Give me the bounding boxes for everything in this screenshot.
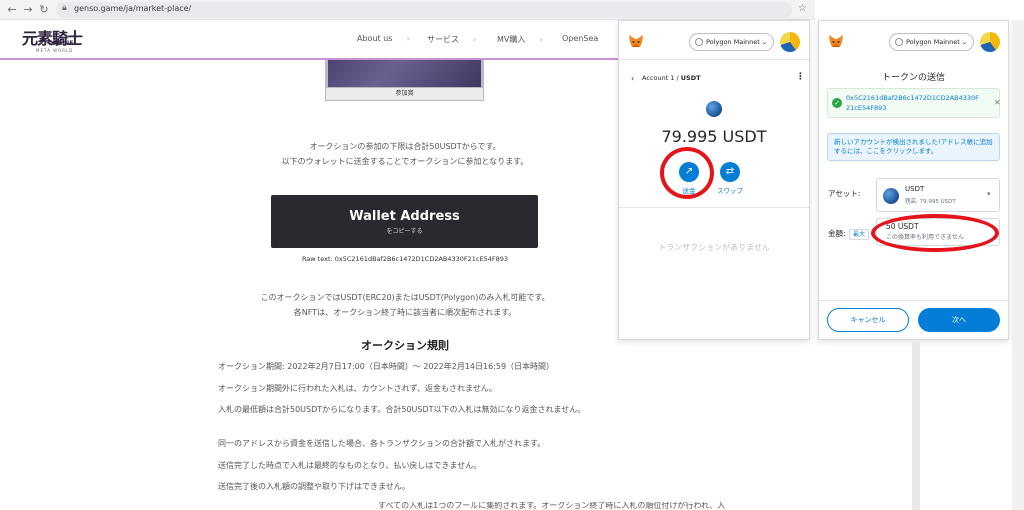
- metamask-fox-icon: [629, 35, 643, 47]
- divider: [619, 207, 809, 208]
- chevron-right-icon: ›: [406, 34, 410, 43]
- metamask-send-panel: Polygon Mainnet ⌄ トークンの送信 ✓ 0x5C2161dBaf…: [818, 20, 1009, 340]
- more-options-icon[interactable]: ⋮: [796, 72, 805, 82]
- lock-icon: 🔒︎: [62, 3, 67, 13]
- nav-service[interactable]: サービス ›: [427, 34, 476, 45]
- highlight-circle-send: [660, 147, 714, 199]
- intro-line-1: オークションの参加の下限は合計50USDTからです。: [309, 142, 501, 151]
- background-region: [1012, 20, 1024, 510]
- nav-label: OpenSea: [562, 34, 599, 43]
- rule-item: 送信完了後の入札額の調整や取り下げはできません。: [218, 482, 410, 491]
- forward-icon[interactable]: →: [22, 3, 34, 17]
- rule-item: 同一のアドレスから資金を送信した場合、各トランザクションの合計額で入札がされます…: [218, 439, 546, 448]
- network-icon: [895, 38, 903, 46]
- asset-label: アセット:: [828, 189, 861, 198]
- nav-label: About us: [357, 34, 393, 43]
- note-line-1: このオークションではUSDT(ERC20)またはUSDT(Polygon)のみ入…: [260, 293, 550, 302]
- swap-button[interactable]: ⇄: [720, 162, 740, 182]
- account-breadcrumb: Account 1 / USDT: [642, 74, 701, 82]
- nav-about-us[interactable]: About us ›: [357, 34, 410, 43]
- logo-tag-text: META WORLD: [36, 48, 74, 53]
- site-header: 元素騎士 ONLINE META WORLD About us › サービス › M…: [0, 20, 618, 60]
- network-icon: [695, 38, 703, 46]
- wallet-button-sub: をコピーする: [386, 228, 423, 235]
- chevron-down-icon: ⌄: [761, 38, 768, 46]
- star-icon[interactable]: ☆: [798, 3, 807, 14]
- address-bar[interactable]: 🔒︎ genso.game/ja/market-place/: [56, 2, 792, 18]
- cancel-button[interactable]: キャンセル: [827, 308, 909, 332]
- highlight-circle-amount: [871, 214, 999, 252]
- site-logo[interactable]: 元素騎士 ONLINE META WORLD: [22, 25, 88, 55]
- swap-label: スワップ: [717, 187, 743, 195]
- divider: [619, 59, 809, 60]
- check-icon: ✓: [832, 98, 842, 108]
- send-token-title: トークンの送信: [881, 73, 945, 83]
- token-balance: 79.995 USDT: [661, 127, 767, 146]
- token-name: USDT: [680, 74, 701, 82]
- network-label: Polygon Mainnet: [906, 38, 960, 46]
- account-avatar[interactable]: [780, 32, 800, 52]
- nav-mv-purchase[interactable]: MV購入 ›: [497, 34, 543, 45]
- rule-item: 入札の最低額は合計50USDTからになります。合計50USDT以下の入札は無効に…: [218, 405, 586, 414]
- prize-image: [325, 60, 484, 87]
- nav-label: サービス: [427, 35, 459, 44]
- chevron-down-icon: ⌄: [961, 38, 968, 46]
- usdt-token-icon: [883, 188, 899, 204]
- browser-toolbar: ← → ↻ 🔒︎ genso.game/ja/market-place/ ☆: [0, 0, 815, 20]
- background-region: [912, 342, 920, 510]
- nav-label: MV購入: [497, 35, 526, 44]
- next-button[interactable]: 次へ: [918, 308, 1000, 332]
- account-name: Account 1: [642, 74, 675, 82]
- metamask-wallet-panel: Polygon Mainnet ⌄ ‹ Account 1 / USDT ⋮ 7…: [618, 20, 810, 340]
- account-avatar[interactable]: [980, 32, 1000, 52]
- rule-item: 送信完了した時点で入札は最終的なものとなり、払い戻しはできません。: [218, 461, 482, 470]
- network-label: Polygon Mainnet: [706, 38, 760, 46]
- new-account-notice[interactable]: 新しいアカウントが検出されました!アドレス帳に追加するには、ここをクリックします…: [827, 133, 1000, 161]
- raw-address-text: Raw text: 0x5C2161dBaf2B6c1472D1CD2AB433…: [301, 255, 509, 263]
- chevron-right-icon: ›: [473, 35, 477, 44]
- no-transactions-text: トランザクションがありません: [658, 243, 770, 252]
- asset-balance: 残高: 79.995 USDT: [905, 199, 956, 205]
- close-icon[interactable]: ✕: [994, 98, 1001, 107]
- usdt-token-icon: [706, 101, 722, 117]
- asset-name: USDT: [905, 185, 925, 193]
- rule-item: オークション期間外に行われた入札は、カウントされず、返金もされません。: [218, 384, 497, 393]
- recipient-address: 0x5C2161dBaf2B6c1472D1CD2AB4330F21cE54F8…: [846, 94, 979, 112]
- wallet-address-button[interactable]: Wallet Address をコピーする: [271, 195, 538, 248]
- rule-item: すべての入札は1つのプールに集約されます。オークション終了時に入札の順位付けが行…: [378, 502, 726, 510]
- recipient-address-box[interactable]: ✓ 0x5C2161dBaf2B6c1472D1CD2AB4330F21cE54…: [827, 88, 1001, 118]
- intro-line-2: 以下のウォレットに送金することでオークションに参加となります。: [281, 157, 529, 166]
- network-selector[interactable]: Polygon Mainnet ⌄: [689, 33, 775, 51]
- rule-item: オークション期間: 2022年2月7日17:00（日本時間）〜 2022年2月1…: [218, 362, 555, 371]
- note-line-2: 各NFTは、オークション終了時に該当者に順次配布されます。: [293, 308, 517, 317]
- rules-title: オークション規則: [361, 339, 449, 352]
- max-button[interactable]: 最大: [849, 229, 869, 240]
- divider: [819, 300, 1008, 301]
- asset-selector[interactable]: USDT 残高: 79.995 USDT ▾: [876, 178, 1000, 212]
- logo-sub-text: ONLINE: [48, 40, 74, 47]
- nav-opensea[interactable]: OpenSea: [562, 34, 598, 43]
- amount-label: 金額:: [828, 229, 846, 238]
- back-icon[interactable]: ←: [6, 3, 18, 17]
- network-selector[interactable]: Polygon Mainnet ⌄: [889, 33, 975, 51]
- chevron-left-icon[interactable]: ‹: [631, 74, 634, 83]
- prize-caption: 参加賞: [325, 87, 484, 101]
- reload-icon[interactable]: ↻: [38, 3, 50, 17]
- metamask-fox-icon: [829, 35, 843, 47]
- url-text: genso.game/ja/market-place/: [74, 4, 192, 13]
- swap-arrows-icon: ⇄: [725, 166, 735, 177]
- chevron-right-icon: ›: [539, 35, 543, 44]
- caret-down-icon: ▾: [987, 190, 991, 198]
- wallet-button-title: Wallet Address: [349, 209, 460, 224]
